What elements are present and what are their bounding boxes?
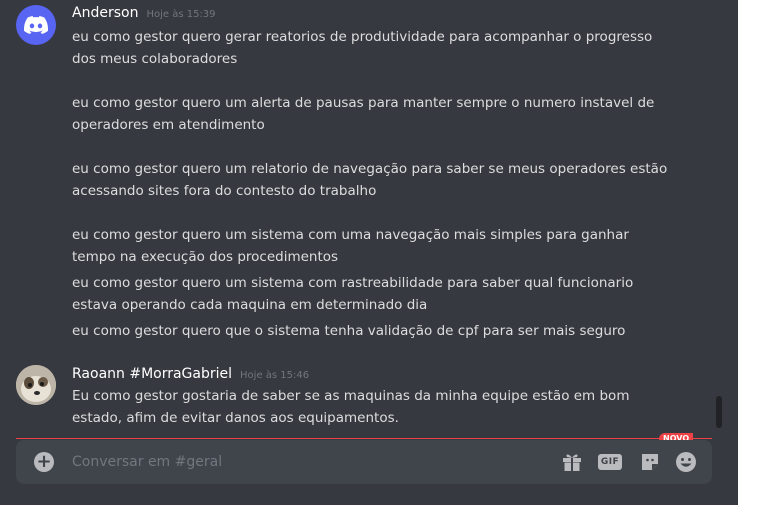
message-header: Anderson Hoje às 15:39 bbox=[72, 5, 216, 25]
emoji-glyph bbox=[676, 452, 696, 472]
message-timestamp: Hoje às 15:39 bbox=[146, 9, 216, 20]
message-header: Raoann #MorraGabriel Hoje às 15:46 bbox=[72, 366, 309, 386]
message-line: dos meus colaboradores bbox=[72, 51, 238, 67]
message-composer: + GIF bbox=[16, 440, 712, 484]
gift-icon[interactable] bbox=[561, 451, 583, 473]
message-line: estado, afim de evitar danos aos equipam… bbox=[72, 410, 399, 426]
window-edge bbox=[738, 0, 768, 505]
message-line: eu como gestor quero um sistema com uma … bbox=[72, 227, 629, 243]
scrollbar-track[interactable] bbox=[716, 0, 722, 438]
chat-app: Anderson Hoje às 15:39 eu como gestor qu… bbox=[0, 0, 738, 505]
message-line: eu como gestor quero um alerta de pausas… bbox=[72, 95, 655, 111]
message-timestamp: Hoje às 15:46 bbox=[240, 370, 310, 381]
author-name[interactable]: Raoann #MorraGabriel bbox=[72, 366, 232, 382]
message-line: eu como gestor quero um relatorio de nav… bbox=[72, 161, 668, 177]
message-line: eu como gestor quero que o sistema tenha… bbox=[72, 323, 626, 339]
message-line: Eu como gestor gostaria de saber se as m… bbox=[72, 388, 630, 404]
new-messages-divider bbox=[16, 438, 712, 439]
sticker-icon[interactable] bbox=[639, 451, 661, 473]
message-line: estava operando cada maquina em determin… bbox=[72, 297, 428, 313]
gif-icon[interactable]: GIF bbox=[597, 451, 623, 473]
message-line: eu como gestor quero gerar reatorios de … bbox=[72, 29, 653, 45]
user-photo-avatar[interactable] bbox=[16, 365, 56, 405]
message-input[interactable] bbox=[72, 450, 542, 474]
scrollbar-thumb[interactable] bbox=[716, 396, 722, 428]
discord-logo-icon[interactable] bbox=[16, 5, 56, 45]
message-list[interactable]: Anderson Hoje às 15:39 eu como gestor qu… bbox=[0, 0, 716, 438]
message-line: acessando sites fora do contesto do trab… bbox=[72, 183, 377, 199]
gift-glyph bbox=[563, 454, 581, 471]
message-line: tempo na execução dos procedimentos bbox=[72, 249, 339, 265]
emoji-icon[interactable] bbox=[675, 451, 697, 473]
author-name[interactable]: Anderson bbox=[72, 5, 138, 21]
sticker-glyph bbox=[642, 454, 658, 470]
avatar-photo-image bbox=[16, 365, 56, 405]
gif-label: GIF bbox=[597, 454, 623, 470]
discord-logo-glyph bbox=[24, 16, 48, 34]
message-line: operadores em atendimento bbox=[72, 117, 265, 133]
message-line: eu como gestor quero um sistema com rast… bbox=[72, 275, 634, 291]
plus-circle-icon[interactable]: + bbox=[34, 452, 54, 472]
